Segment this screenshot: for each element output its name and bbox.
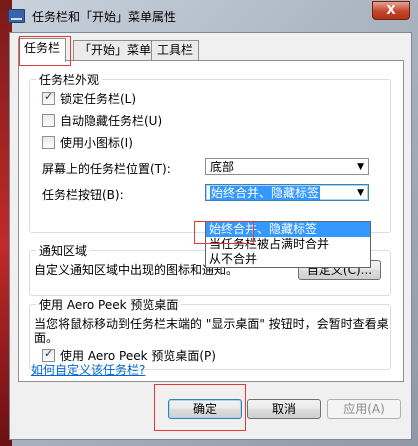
lock-taskbar-checkbox[interactable]: 锁定任务栏(L) xyxy=(42,89,137,107)
ok-button[interactable]: 确定 xyxy=(168,399,242,419)
dropdown-option[interactable]: 始终合并、隐藏标签 xyxy=(206,222,370,237)
lock-taskbar-check-box[interactable] xyxy=(42,89,55,105)
chevron-down-icon: ▼ xyxy=(357,188,364,198)
title-bar[interactable]: 任务栏和「开始」菜单属性 X xyxy=(0,0,418,32)
notification-group-title: 通知区域 xyxy=(36,242,91,259)
autohide-check-box[interactable] xyxy=(42,114,55,127)
tab-start-menu[interactable]: 「开始」菜单 xyxy=(73,40,158,61)
taskbar-buttons-dropdown[interactable]: 始终合并、隐藏标签 当任务栏被占满时合并 从不合并 xyxy=(205,221,371,268)
tab-toolbars[interactable]: 工具栏 xyxy=(151,40,200,61)
appearance-group-title: 任务栏外观 xyxy=(36,71,103,88)
position-select[interactable]: 底部 ▼ xyxy=(205,158,369,175)
chevron-down-icon: ▼ xyxy=(357,162,364,172)
tab-taskbar[interactable]: 任务栏 xyxy=(18,38,67,62)
window-frame: 任务栏和「开始」菜单属性 X 任务栏 「开始」菜单 工具栏 任务栏外观 锁定任务… xyxy=(0,0,418,446)
dropdown-option[interactable]: 当任务栏被占满时合并 xyxy=(206,237,370,252)
taskbar-buttons-value: 始终合并、隐藏标签 xyxy=(210,186,321,200)
position-label: 屏幕上的任务栏位置(T): xyxy=(42,162,171,176)
tab-panel-taskbar: 任务栏外观 锁定任务栏(L) 自动隐藏任务栏(U) 使用小图标(I) 屏幕上的任… xyxy=(18,60,404,382)
position-value: 底部 xyxy=(210,160,235,174)
window-title: 任务栏和「开始」菜单属性 xyxy=(32,10,177,24)
autohide-taskbar-checkbox[interactable]: 自动隐藏任务栏(U) xyxy=(42,113,162,129)
customize-taskbar-help-link[interactable]: 如何自定义该任务栏? xyxy=(31,361,145,378)
cancel-button[interactable]: 取消 xyxy=(247,399,321,419)
dialog-client: 任务栏 「开始」菜单 工具栏 任务栏外观 锁定任务栏(L) 自动隐藏任务栏(U)… xyxy=(9,32,412,440)
autohide-label: 自动隐藏任务栏(U) xyxy=(60,114,163,128)
taskbar-buttons-select[interactable]: 始终合并、隐藏标签 ▼ xyxy=(205,184,369,201)
aero-peek-desc: 当您将鼠标移动到任务栏末端的 "显示桌面" 按钮时，会暂时查看桌面。 xyxy=(34,317,389,345)
close-button[interactable]: X xyxy=(372,1,410,20)
taskbar-buttons-label: 任务栏按钮(B): xyxy=(42,188,124,202)
taskbar-properties-icon xyxy=(8,9,25,23)
lock-taskbar-label: 锁定任务栏(L) xyxy=(60,92,137,106)
apply-button[interactable]: 应用(A) xyxy=(327,399,401,419)
small-icons-checkbox[interactable]: 使用小图标(I) xyxy=(42,135,133,151)
aero-peek-group-title: 使用 Aero Peek 预览桌面 xyxy=(36,296,182,313)
dropdown-option[interactable]: 从不合并 xyxy=(206,252,370,267)
small-icons-check-box[interactable] xyxy=(42,136,55,149)
small-icons-label: 使用小图标(I) xyxy=(60,136,133,150)
